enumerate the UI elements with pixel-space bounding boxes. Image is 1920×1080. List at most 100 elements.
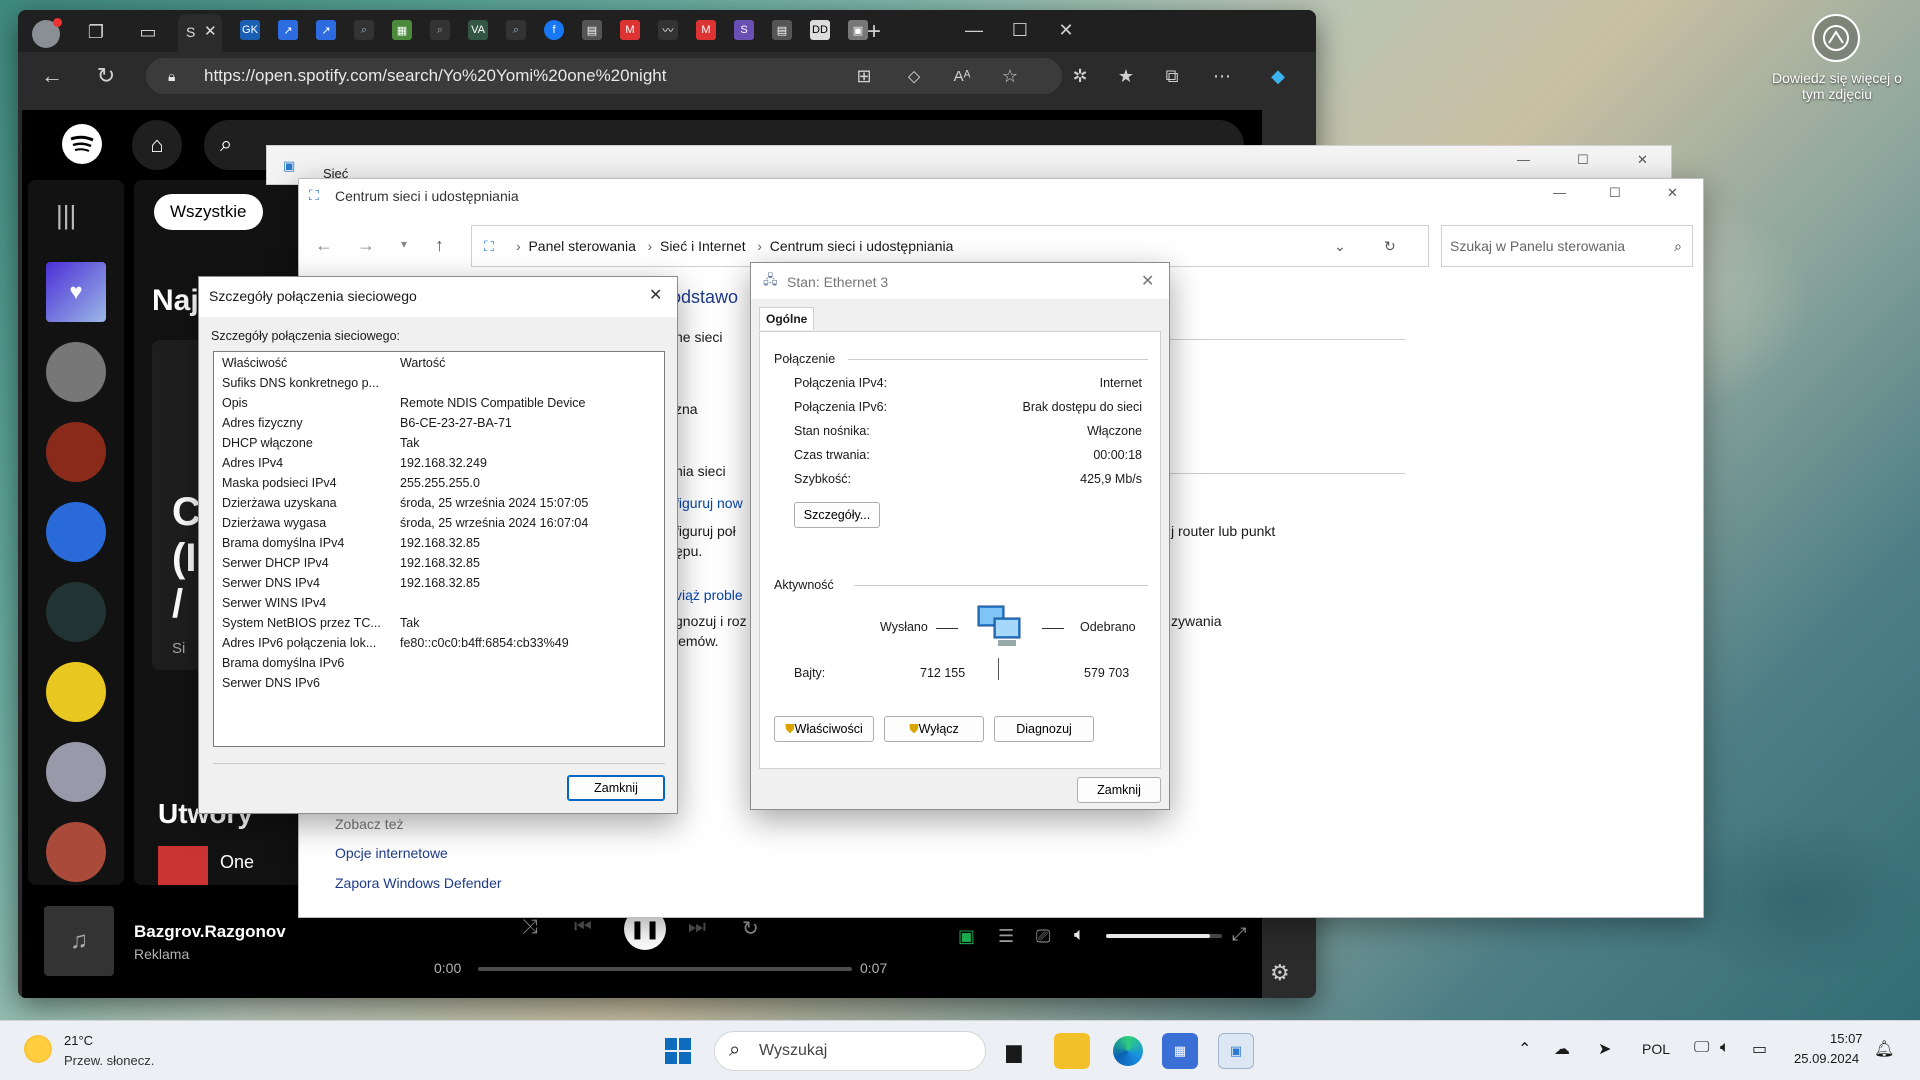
refresh-icon[interactable]: ↻ <box>1384 226 1396 266</box>
details-row[interactable]: Dzierżawa wygasa środa, 25 września 2024 … <box>214 516 664 536</box>
disable-button[interactable]: ⛊Wyłącz <box>884 716 984 742</box>
start-button[interactable] <box>660 1033 696 1069</box>
profile-avatar[interactable] <box>32 18 62 48</box>
gmail-tab-icon[interactable]: M <box>620 20 640 40</box>
details-row[interactable]: Maska podsieci IPv4 255.255.255.0 <box>214 476 664 496</box>
control-panel-taskbar-icon[interactable]: ▣ <box>1218 1033 1254 1069</box>
tab-general[interactable]: Ogólne <box>759 307 815 330</box>
details-row[interactable]: Adres fizyczny B6-CE-23-27-BA-71 <box>214 416 664 436</box>
breadcrumb-item[interactable]: Centrum sieci i udostępniania <box>770 238 954 254</box>
control-panel-search[interactable]: Szukaj w Panelu sterowania ⌕ <box>1441 225 1693 267</box>
breadcrumb-item[interactable]: Panel sterowania <box>528 238 635 254</box>
close-button[interactable]: Zamknij <box>1077 777 1161 803</box>
store-icon[interactable]: ▦ <box>1162 1033 1198 1069</box>
back-icon[interactable]: ← <box>315 235 333 256</box>
close-window-icon[interactable]: ✕ <box>1667 185 1678 201</box>
minimize-icon[interactable]: — <box>958 14 990 46</box>
details-list[interactable]: Właściwość Wartość Sufiks DNS konkretneg… <box>213 351 665 747</box>
forward-icon[interactable]: → <box>357 235 375 256</box>
close-icon[interactable]: ✕ <box>649 285 662 305</box>
spotify-logo-icon[interactable] <box>62 124 102 164</box>
close-icon[interactable]: ✕ <box>1141 271 1154 291</box>
chevron-down-icon[interactable]: ⌄ <box>1334 226 1346 266</box>
properties-button[interactable]: ⛊Właściwości <box>774 716 874 742</box>
sidebar-artist-avatar[interactable] <box>46 742 106 802</box>
liked-songs-icon[interactable]: ♥ <box>46 262 106 322</box>
refresh-icon[interactable]: ↻ <box>90 60 122 92</box>
progress-bar[interactable] <box>478 967 852 971</box>
queue-icon[interactable]: ☰ <box>998 926 1014 947</box>
file-explorer-icon[interactable] <box>1054 1033 1090 1069</box>
previous-icon[interactable]: ⏮ <box>574 916 592 939</box>
clock-time[interactable]: 15:07 <box>1830 1031 1863 1046</box>
new-tab-button[interactable]: + <box>858 16 890 48</box>
details-row[interactable]: Serwer DNS IPv4 192.168.32.85 <box>214 576 664 596</box>
minimize-icon[interactable]: — <box>1553 185 1566 200</box>
sidebar-playlist-avatar[interactable] <box>46 582 106 642</box>
weather-widget[interactable]: 21°C Przew. słonecz. <box>24 1033 184 1073</box>
filter-chip-all[interactable]: Wszystkie <box>154 194 263 230</box>
details-row[interactable]: Opis Remote NDIS Compatible Device <box>214 396 664 416</box>
details-row[interactable]: Adres IPv6 połączenia lok... fe80::c0c0:b… <box>214 636 664 656</box>
cp-link-fragment[interactable]: viąż proble <box>675 587 743 603</box>
learn-more-label[interactable]: Dowiedz się więcej o tym zdjęciu <box>1762 70 1912 102</box>
tab-active[interactable]: S ✕ <box>178 14 222 52</box>
library-icon[interactable]: ||| <box>56 200 76 231</box>
taskbar-search[interactable]: ⌕ Wyszukaj <box>714 1031 986 1071</box>
favorites-icon[interactable]: ★ <box>1110 60 1142 92</box>
close-button[interactable]: Zamknij <box>567 775 665 801</box>
tab-favicon[interactable]: ⌕ <box>430 20 450 40</box>
back-icon[interactable]: ← <box>36 60 68 92</box>
connect-device-icon[interactable]: ⎚ <box>1036 926 1050 947</box>
workspaces-icon[interactable]: ❐ <box>80 16 112 48</box>
shuffle-icon[interactable]: ⤨ <box>522 916 538 939</box>
input-language[interactable]: POL <box>1642 1041 1670 1057</box>
recent-locations-icon[interactable]: ▾ <box>401 237 407 251</box>
network-tray-icon[interactable]: 🖵︎ <box>1694 1039 1709 1057</box>
track-thumbnail[interactable] <box>158 846 208 885</box>
read-aloud-icon[interactable]: Aᴬ <box>946 60 978 92</box>
up-icon[interactable]: ↑ <box>435 235 444 256</box>
volume-slider[interactable] <box>1106 934 1222 938</box>
link-internet-options[interactable]: Opcje internetowe <box>335 845 448 861</box>
edge-taskbar-icon[interactable] <box>1110 1033 1146 1069</box>
maximize-icon[interactable]: ☐ <box>1609 185 1621 201</box>
link-windows-firewall[interactable]: Zapora Windows Defender <box>335 875 502 891</box>
close-window-icon[interactable]: ✕ <box>1637 152 1648 168</box>
battery-icon[interactable]: ▭ <box>1752 1039 1767 1059</box>
minimize-icon[interactable]: — <box>1517 152 1530 167</box>
edge-settings-icon[interactable]: ⚙ <box>1270 960 1290 986</box>
collections-icon[interactable]: ⧉ <box>1156 60 1188 92</box>
show-hidden-icons[interactable]: ⌃ <box>1518 1039 1531 1059</box>
tab-favicon[interactable]: ▤ <box>772 20 792 40</box>
details-row[interactable]: Serwer WINS IPv4 <box>214 596 664 616</box>
column-header-value[interactable]: Wartość <box>400 356 445 370</box>
details-row[interactable]: Sufiks DNS konkretnego p... <box>214 376 664 396</box>
facebook-tab-icon[interactable]: f <box>544 20 564 40</box>
sidebar-playlist-avatar[interactable] <box>46 662 106 722</box>
details-row[interactable]: System NetBIOS przez TC... Tak <box>214 616 664 636</box>
next-icon[interactable]: ⏭ <box>688 916 706 939</box>
task-view-icon[interactable]: ▆ <box>996 1033 1032 1069</box>
sidebar-playlist-avatar[interactable] <box>46 502 106 562</box>
details-row[interactable]: Dzierżawa uzyskana środa, 25 września 202… <box>214 496 664 516</box>
tab-favicon[interactable]: ↗ <box>316 20 336 40</box>
now-playing-view-icon[interactable]: ▣ <box>958 926 975 947</box>
volume-icon[interactable]: 🔈︎ <box>1074 924 1085 945</box>
sidebar-artist-avatar[interactable] <box>46 342 106 402</box>
tab-favicon[interactable]: S <box>734 20 754 40</box>
cp-link-fragment[interactable]: figuruj now <box>675 495 743 511</box>
gmail-tab-icon[interactable]: M <box>696 20 716 40</box>
album-art-placeholder[interactable]: ♫ <box>44 906 114 976</box>
learn-more-desktop-icon[interactable] <box>1812 14 1860 62</box>
track-title[interactable]: One <box>220 852 254 873</box>
app-available-icon[interactable]: ⊞ <box>848 60 880 92</box>
details-row[interactable]: Serwer DHCP IPv4 192.168.32.85 <box>214 556 664 576</box>
details-row[interactable]: DHCP włączone Tak <box>214 436 664 456</box>
tag-icon[interactable]: ⬦ <box>898 60 930 92</box>
details-row[interactable]: Brama domyślna IPv6 <box>214 656 664 676</box>
copilot-icon[interactable]: ◆ <box>1262 60 1294 92</box>
favorite-star-icon[interactable]: ☆ <box>994 60 1026 92</box>
tab-favicon[interactable]: 〰 <box>658 20 678 40</box>
clock-date[interactable]: 25.09.2024 <box>1794 1051 1859 1066</box>
